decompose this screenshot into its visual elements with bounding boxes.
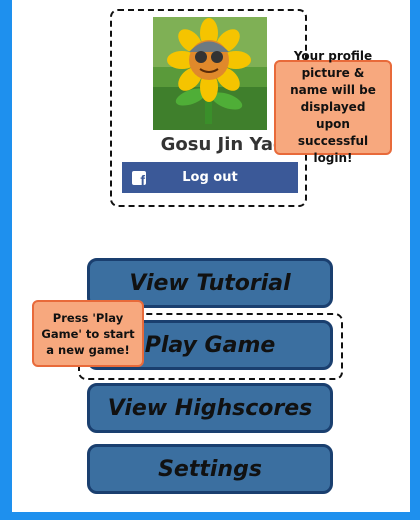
sunflower-avatar-icon [153, 17, 267, 130]
view-highscores-label: View Highscores [107, 395, 313, 421]
view-highscores-button[interactable]: View Highscores [87, 383, 333, 433]
profile-avatar [153, 17, 267, 130]
logout-label: Log out [182, 170, 238, 185]
profile-hint-text: Your profile picture & name will be disp… [290, 49, 376, 165]
play-game-label: Play Game [144, 332, 276, 358]
facebook-logout-button[interactable]: f Log out [122, 162, 298, 193]
play-hint-callout: Press 'Play Game' to start a new game! [32, 300, 144, 367]
play-hint-text: Press 'Play Game' to start a new game! [41, 310, 135, 357]
facebook-icon: f [132, 170, 146, 187]
view-tutorial-label: View Tutorial [129, 270, 291, 296]
profile-hint-callout: Your profile picture & name will be disp… [274, 49, 392, 165]
settings-button[interactable]: Settings [87, 444, 333, 494]
main-screen: Gosu Jin Yao f Log out Your profile pict… [12, 0, 410, 512]
settings-label: Settings [158, 456, 262, 482]
